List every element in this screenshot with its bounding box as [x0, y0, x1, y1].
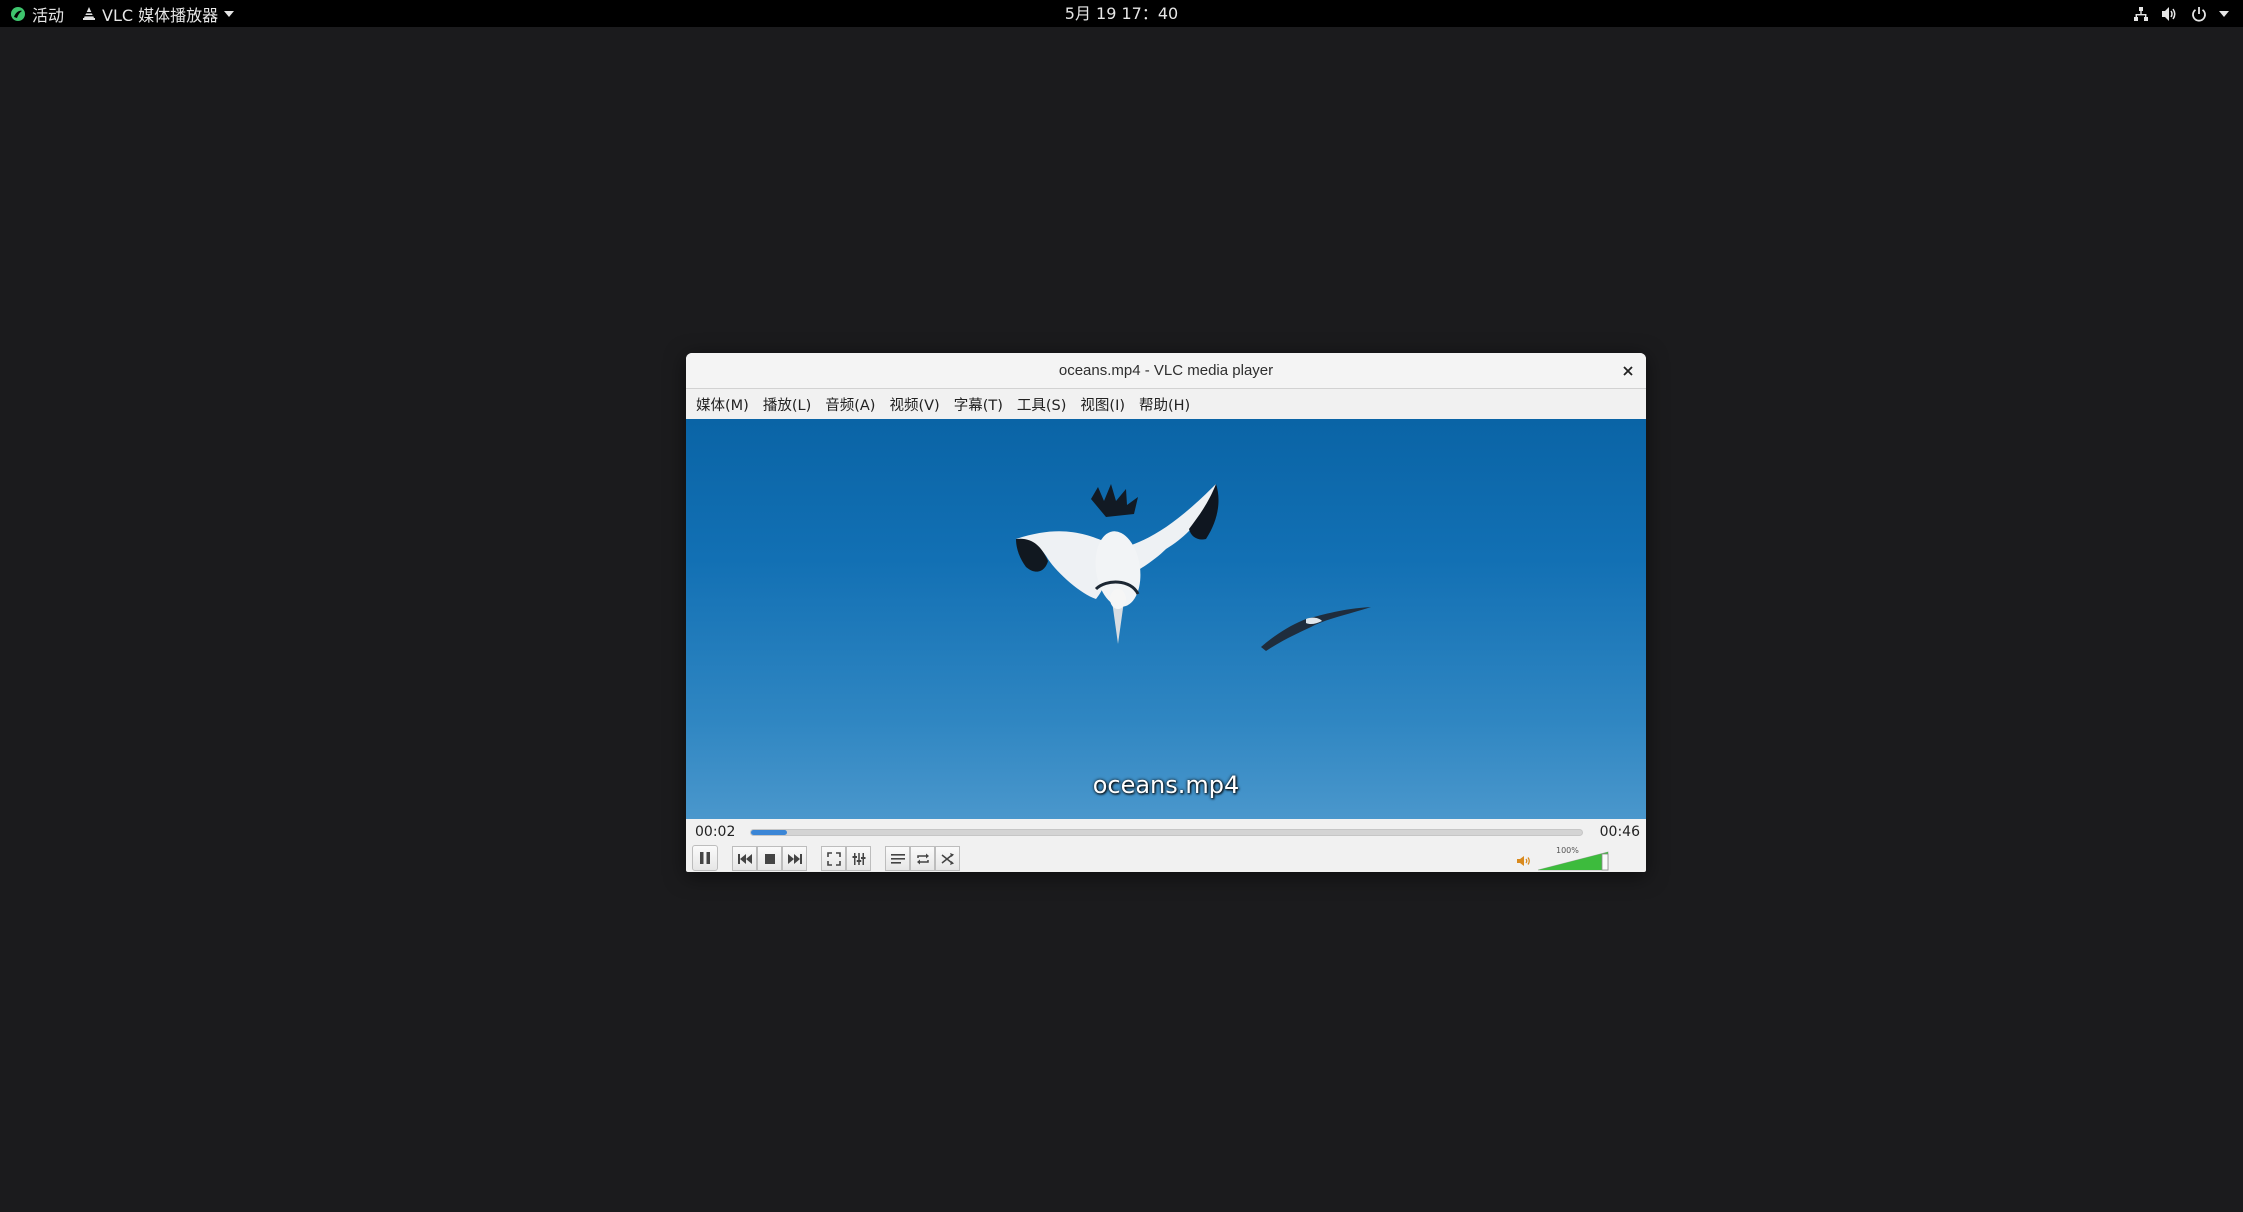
next-icon [787, 853, 802, 864]
next-button[interactable] [782, 846, 807, 871]
stop-icon [764, 853, 775, 864]
top-bar: 活动 VLC 媒体播放器 5月 19 17：40 [0, 0, 2243, 27]
extended-settings-button[interactable] [846, 846, 871, 871]
previous-icon [737, 853, 752, 864]
fullscreen-icon [826, 851, 841, 866]
network-icon [2134, 6, 2148, 21]
previous-button[interactable] [732, 846, 757, 871]
seek-row: 00:02 00:46 [686, 819, 1646, 845]
extended-settings-icon [852, 852, 865, 865]
volume-slider-handle[interactable] [1601, 853, 1609, 871]
seek-slider[interactable] [750, 829, 1583, 836]
menu-help[interactable]: 帮助(H) [1139, 394, 1198, 415]
control-toolbar: 100% [686, 845, 1646, 872]
playlist-button[interactable] [885, 846, 910, 871]
window-title: oceans.mp4 - VLC media player [1058, 362, 1274, 379]
chevron-down-icon [2219, 10, 2229, 17]
power-icon [2192, 6, 2206, 21]
playlist-icon [890, 853, 905, 864]
total-time[interactable]: 00:46 [1600, 824, 1640, 840]
fullscreen-button[interactable] [821, 846, 846, 871]
close-button[interactable] [1616, 359, 1640, 383]
volume-control: 100% [1516, 845, 1626, 872]
video-subtitle: oceans.mp4 [1092, 771, 1240, 799]
video-frame [1016, 484, 1371, 651]
menu-audio[interactable]: 音频(A) [825, 394, 883, 415]
volume-icon [2162, 6, 2176, 21]
menu-view[interactable]: 视图(I) [1080, 394, 1133, 415]
app-menu-button[interactable]: VLC 媒体播放器 [82, 3, 235, 25]
loop-button[interactable] [910, 846, 935, 871]
status-area[interactable] [2133, 3, 2229, 24]
menu-video[interactable]: 视频(V) [889, 394, 947, 415]
seek-slider-fill [751, 830, 787, 835]
vlc-window: oceans.mp4 - VLC media player 媒体(M) 播放(L… [686, 353, 1646, 872]
video-area[interactable]: oceans.mp4 [686, 419, 1646, 819]
shuffle-button[interactable] [935, 846, 960, 871]
shuffle-icon [941, 852, 954, 865]
menu-bar: 媒体(M) 播放(L) 音频(A) 视频(V) 字幕(T) 工具(S) 视图(I… [686, 389, 1646, 419]
menu-subtitle[interactable]: 字幕(T) [954, 394, 1011, 415]
activities-logo-icon [11, 6, 25, 21]
activities-button[interactable]: 活动 [10, 3, 65, 25]
close-icon [1623, 366, 1633, 376]
activities-label: 活动 [32, 5, 65, 25]
app-menu-label: VLC 媒体播放器 [102, 5, 219, 25]
menu-tools[interactable]: 工具(S) [1017, 394, 1075, 415]
window-titlebar[interactable]: oceans.mp4 - VLC media player [686, 353, 1646, 389]
volume-slider[interactable] [1536, 851, 1610, 871]
elapsed-time[interactable]: 00:02 [695, 824, 735, 840]
gannet-bird-large [1016, 484, 1219, 644]
menu-playback[interactable]: 播放(L) [763, 394, 819, 415]
menu-media[interactable]: 媒体(M) [696, 394, 757, 415]
gannet-bird-small [1261, 607, 1371, 651]
chevron-down-icon [224, 10, 235, 17]
clock-button[interactable]: 5月 19 17：40 [1065, 4, 1178, 23]
pause-icon [700, 852, 710, 864]
vlc-cone-icon [83, 7, 95, 20]
speaker-icon[interactable] [1516, 854, 1532, 868]
pause-button[interactable] [692, 845, 718, 871]
loop-icon [916, 853, 929, 864]
stop-button[interactable] [757, 846, 782, 871]
